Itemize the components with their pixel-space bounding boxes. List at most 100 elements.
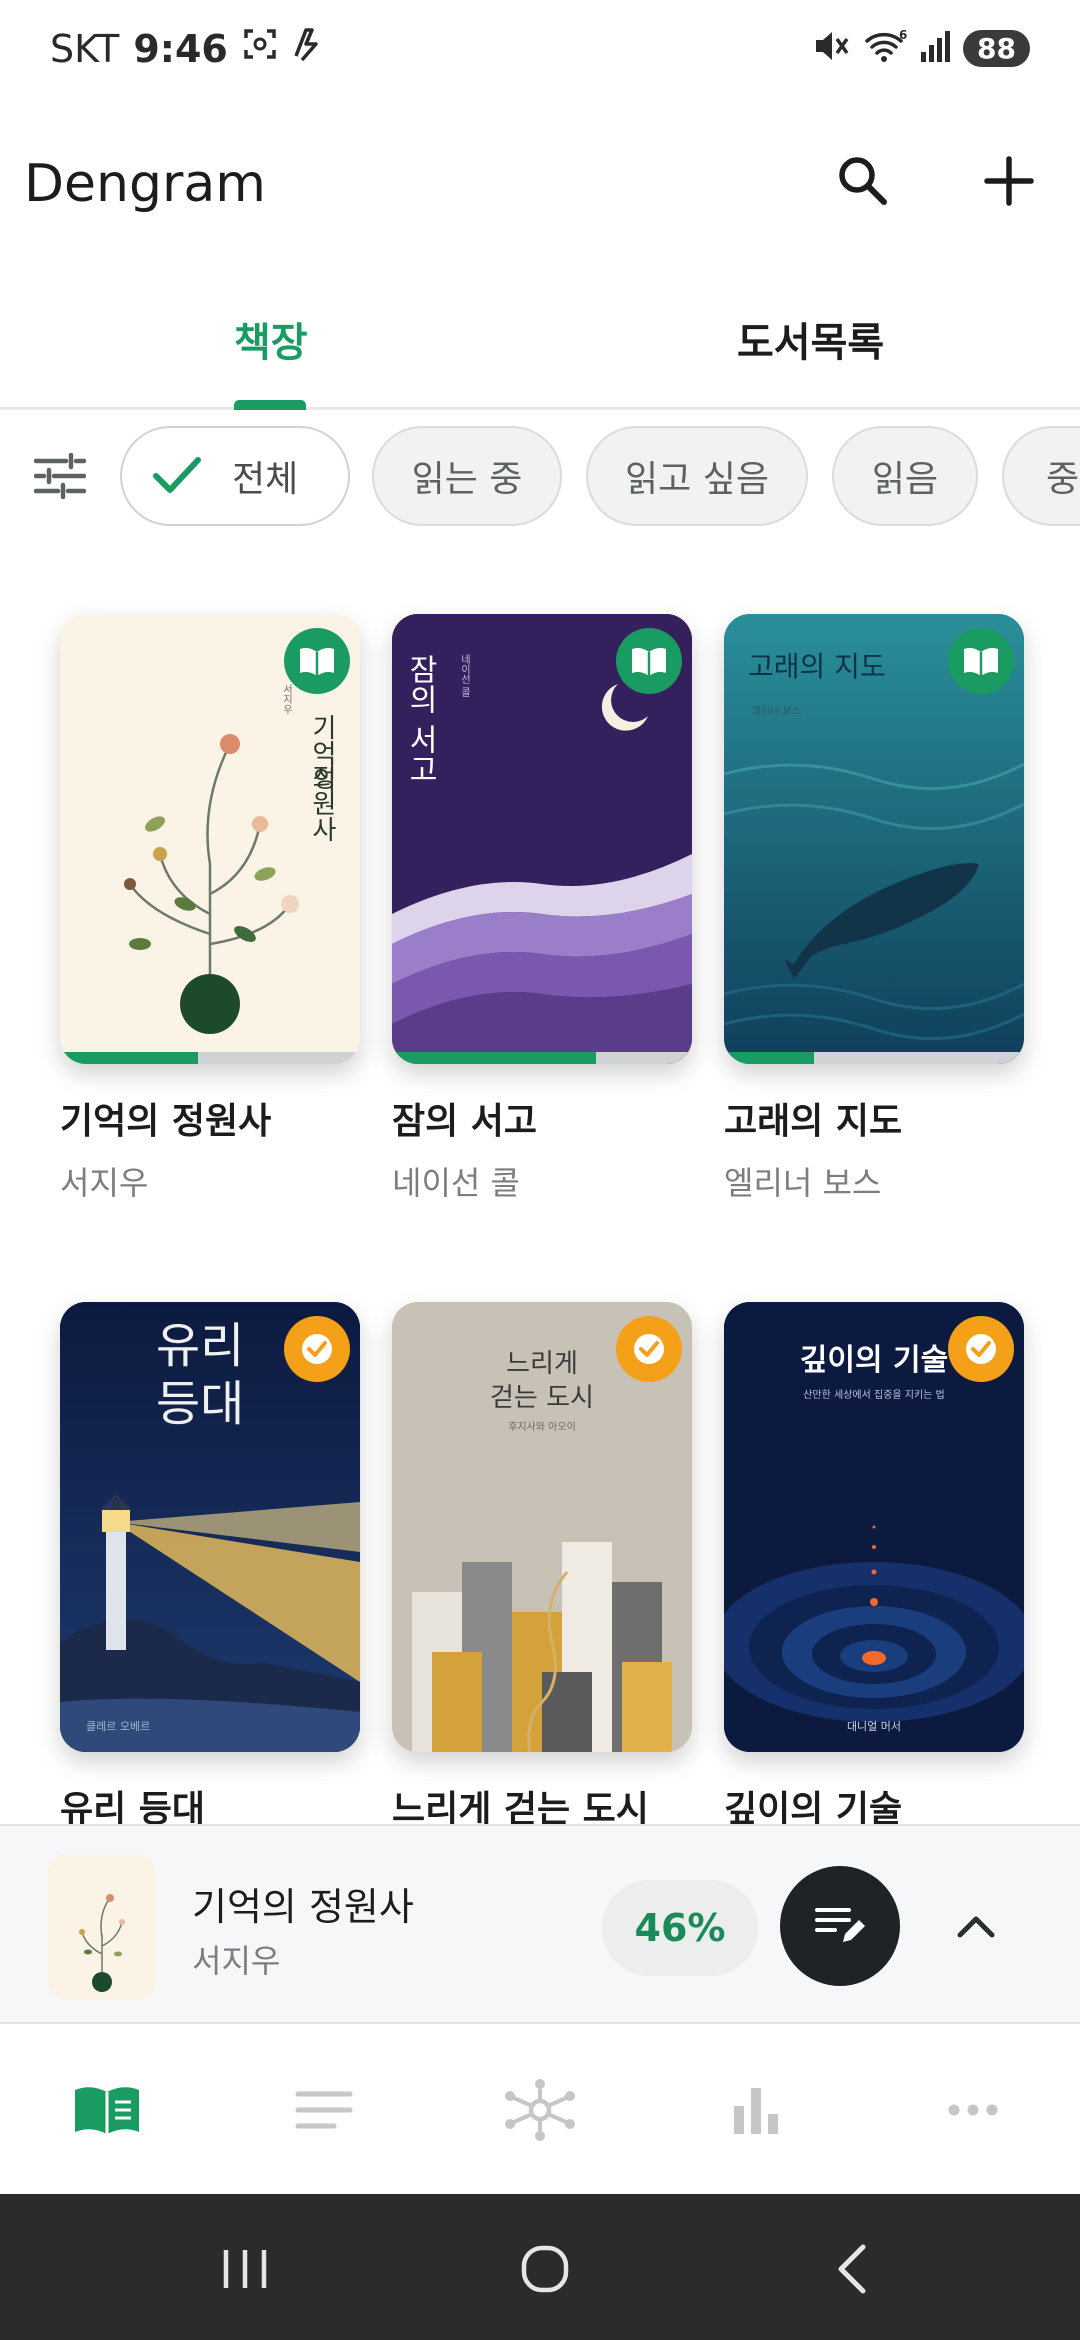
status-bar: SKT 9:46 6 88	[0, 0, 1080, 100]
expand-button[interactable]	[940, 1890, 1012, 1962]
screenshot-icon	[242, 26, 278, 71]
finished-badge	[616, 1316, 682, 1382]
chip-reading[interactable]: 읽는 중	[372, 426, 562, 526]
filter-settings-button[interactable]	[22, 444, 98, 508]
progress-track	[60, 1052, 360, 1064]
bottom-navigation	[0, 2026, 1080, 2194]
reading-badge	[616, 628, 682, 694]
book-author: 네이선 콜	[392, 1164, 520, 1202]
cover-title: 유리	[156, 1318, 244, 1374]
cover-title: 고래의 지도	[748, 650, 886, 683]
book-title: 고래의 지도	[724, 1101, 903, 1142]
book-cover[interactable]: 느리게 걷는 도시 후지사와 아오이	[392, 1302, 692, 1752]
cover-title-2: 서고	[403, 724, 438, 784]
library-icon	[75, 2087, 139, 2134]
cover-subtitle: 산만한 세상에서 집중을 지키는 법	[803, 1389, 945, 1401]
now-reading-cover[interactable]	[48, 1854, 156, 2000]
nav-stats[interactable]	[701, 2060, 811, 2160]
tab-bar: 책장 도서목록	[0, 280, 1080, 410]
clock: 9:46	[133, 26, 228, 71]
bolt-icon	[292, 26, 324, 71]
chip-read[interactable]: 읽음	[832, 426, 978, 526]
signal-icon	[919, 28, 951, 68]
check-circle-icon	[634, 1334, 664, 1364]
edit-note-icon	[815, 1908, 865, 1942]
chip-paused[interactable]: 중단	[1002, 426, 1080, 526]
chevron-up-icon	[957, 1916, 995, 1938]
book-card[interactable]: 느리게 걷는 도시 후지사와 아오이 느리게 걷는 도시	[392, 1302, 692, 1824]
graph-icon	[505, 2079, 575, 2141]
add-note-button[interactable]	[780, 1866, 900, 1986]
recents-icon	[223, 2250, 267, 2288]
tab-catalog[interactable]: 도서목록	[737, 310, 884, 368]
tab-bookshelf[interactable]: 책장	[234, 310, 308, 368]
open-book-icon	[632, 648, 666, 676]
more-icon	[948, 2104, 998, 2116]
cover-title: 깊이의 기술	[800, 1343, 948, 1378]
reading-badge	[948, 628, 1014, 694]
sliders-icon	[34, 453, 86, 499]
nav-graph[interactable]	[485, 2060, 595, 2160]
chip-all[interactable]: 전체	[120, 426, 350, 526]
home-button[interactable]	[500, 2224, 590, 2314]
cover-author: 엘리너 보스	[752, 704, 801, 717]
cover-title: 잠의	[403, 654, 438, 714]
book-cover[interactable]: 고래의 지도 엘리너 보스	[724, 614, 1024, 1064]
now-reading-title: 기억의 정원사	[192, 1885, 414, 1929]
cover-title: 느리게	[506, 1349, 578, 1379]
book-cover[interactable]: 기억의 정원사 서지우	[60, 614, 360, 1064]
cover-author: 클레르 오베르	[86, 1720, 150, 1733]
book-title: 기억의 정원사	[60, 1101, 272, 1142]
open-book-icon	[964, 648, 998, 676]
nav-library[interactable]	[52, 2060, 162, 2160]
nav-list[interactable]	[269, 2060, 379, 2160]
carrier-label: SKT	[50, 26, 120, 71]
filter-bar: 전체 읽는 중 읽고 싶음 읽음 중단	[0, 424, 1080, 528]
book-card[interactable]: 기억의 정원사 서지우 기억의 정원사 서지우	[60, 614, 360, 1204]
search-icon	[839, 157, 887, 205]
nav-more[interactable]	[918, 2060, 1028, 2160]
chip-want-to-read[interactable]: 읽고 싶음	[586, 426, 808, 526]
book-author: 엘리너 보스	[724, 1164, 882, 1202]
add-book-button[interactable]	[964, 136, 1054, 226]
stats-icon	[734, 2088, 778, 2134]
book-cover[interactable]: 깊이의 기술 산만한 세상에서 집중을 지키는 법 대니얼 머서	[724, 1302, 1024, 1752]
check-circle-icon	[966, 1334, 996, 1364]
progress-fill	[724, 1052, 814, 1064]
battery-icon: 88	[963, 29, 1030, 67]
progress-track	[392, 1052, 692, 1064]
now-reading-progress: 46%	[602, 1880, 758, 1976]
book-cover[interactable]: 잠의 서고 네이선 콜	[392, 614, 692, 1064]
cover-title-2: 등대	[156, 1376, 244, 1432]
cover-title-2: 정원사	[307, 764, 337, 842]
book-card[interactable]: 고래의 지도 엘리너 보스 고래의 지도 엘리너 보스	[724, 614, 1024, 1204]
cover-author: 후지사와 아오이	[508, 1421, 576, 1433]
wifi-badge: 6	[899, 28, 907, 42]
book-card[interactable]: 유리 등대 클레르 오베르 유리 등대	[60, 1302, 360, 1824]
book-card[interactable]: 깊이의 기술 산만한 세상에서 집중을 지키는 법 대니얼 머서 깊이의 기술	[724, 1302, 1024, 1824]
app-bar: Dengram	[0, 130, 1080, 250]
progress-track	[724, 1052, 1024, 1064]
tab-indicator	[234, 400, 306, 410]
cover-title-2: 걷는 도시	[490, 1383, 594, 1413]
book-grid: 기억의 정원사 서지우 기억의 정원사 서지우 잠의 서고 네이선 콜 잠의 서…	[0, 560, 1080, 1824]
now-reading-bar[interactable]: 기억의 정원사 서지우 46%	[0, 1824, 1080, 2024]
chip-all-label: 전체	[232, 459, 299, 500]
plus-icon	[984, 156, 1034, 206]
book-card[interactable]: 잠의 서고 네이선 콜 잠의 서고 네이선 콜	[392, 614, 692, 1204]
cover-author: 서지우	[281, 684, 293, 715]
back-button[interactable]	[806, 2224, 896, 2314]
finished-badge	[948, 1316, 1014, 1382]
book-title: 잠의 서고	[392, 1101, 538, 1142]
recents-button[interactable]	[200, 2224, 290, 2314]
book-cover[interactable]: 유리 등대 클레르 오베르	[60, 1302, 360, 1752]
cover-art-garden-thumb	[48, 1854, 156, 2000]
check-circle-icon	[302, 1334, 332, 1364]
wifi-icon: 6	[863, 28, 907, 68]
search-button[interactable]	[818, 136, 908, 226]
status-left: SKT 9:46	[50, 26, 324, 71]
book-title: 유리 등대	[60, 1789, 206, 1824]
book-title: 깊이의 기술	[724, 1789, 903, 1824]
now-reading-author: 서지우	[192, 1942, 281, 1980]
app-title: Dengram	[24, 154, 266, 214]
